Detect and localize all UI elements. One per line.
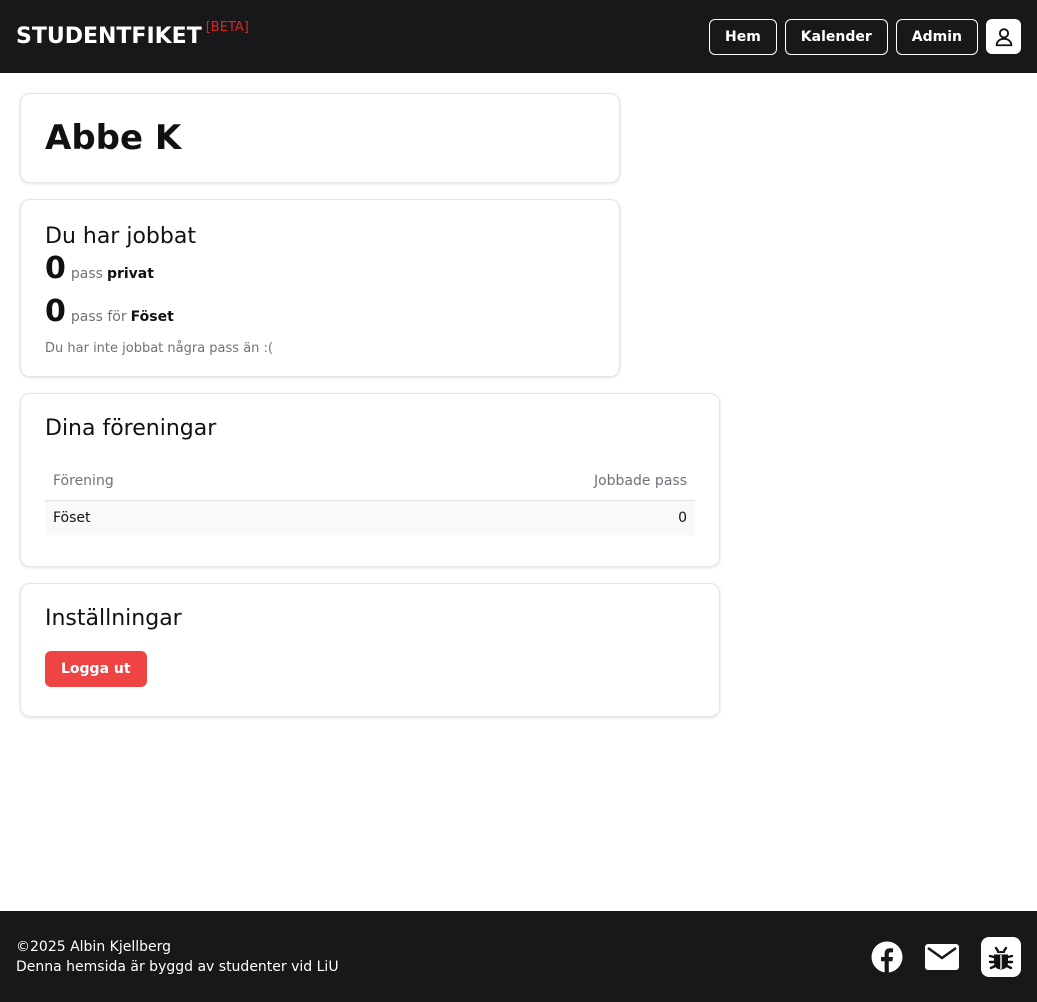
nav-calendar-button[interactable]: Kalender bbox=[784, 18, 888, 55]
facebook-link[interactable] bbox=[871, 941, 903, 973]
page-footer: ©2025 Albin Kjellberg Denna hemsida är b… bbox=[0, 911, 1037, 1002]
footer-built-by: Denna hemsida är byggd av studenter vid … bbox=[16, 958, 339, 975]
private-shifts-count: 0 bbox=[45, 251, 66, 286]
main-nav: Hem Kalender Admin bbox=[708, 18, 1021, 55]
footer-copyright: ©2025 Albin Kjellberg bbox=[16, 938, 172, 955]
associations-table: Förening Jobbade pass Föset 0 bbox=[45, 467, 695, 535]
private-shifts-label: pass bbox=[70, 266, 103, 282]
nav-admin-button[interactable]: Admin bbox=[895, 18, 978, 55]
association-name-cell: Föset bbox=[45, 500, 314, 535]
no-shifts-note: Du har inte jobbat några pass än :( bbox=[45, 341, 273, 356]
nav-home-button[interactable]: Hem bbox=[708, 18, 777, 55]
associations-card: Dina föreningar Förening Jobbade pass Fö… bbox=[20, 393, 720, 567]
facebook-icon bbox=[871, 941, 903, 973]
column-header-association: Förening bbox=[45, 467, 314, 501]
main-content: Abbe K Du har jobbat 0 pass privat 0 pas… bbox=[20, 93, 720, 717]
worked-shifts-card: Du har jobbat 0 pass privat 0 pass för F… bbox=[20, 199, 620, 377]
private-shifts-stat: 0 pass privat bbox=[45, 251, 595, 292]
settings-title: Inställningar bbox=[45, 606, 182, 631]
table-header-row: Förening Jobbade pass bbox=[45, 467, 695, 501]
brand-logo[interactable]: STUDENTFIKET [BETA] bbox=[16, 20, 249, 49]
top-navbar: STUDENTFIKET [BETA] Hem Kalender Admin bbox=[0, 0, 1037, 73]
column-header-shifts: Jobbade pass bbox=[313, 467, 695, 501]
logout-button[interactable]: Logga ut bbox=[45, 651, 147, 687]
brand-name: STUDENTFIKET bbox=[16, 24, 202, 49]
user-profile-button[interactable] bbox=[986, 19, 1021, 54]
association-shifts-target: Föset bbox=[130, 309, 174, 325]
settings-card: Inställningar Logga ut bbox=[20, 583, 720, 717]
report-bug-link[interactable] bbox=[981, 936, 1021, 977]
table-row[interactable]: Föset 0 bbox=[45, 500, 695, 535]
profile-name: Abbe K bbox=[45, 118, 182, 158]
profile-card: Abbe K bbox=[20, 93, 620, 183]
private-shifts-target: privat bbox=[106, 266, 154, 282]
footer-links bbox=[871, 936, 1021, 977]
association-shifts-count: 0 bbox=[45, 294, 66, 329]
beta-badge: [BETA] bbox=[205, 20, 249, 35]
mail-link[interactable] bbox=[925, 943, 959, 970]
associations-title: Dina föreningar bbox=[45, 416, 217, 441]
worked-title: Du har jobbat bbox=[45, 224, 196, 249]
mail-icon bbox=[925, 943, 959, 970]
bug-icon bbox=[988, 946, 1014, 969]
user-icon bbox=[995, 27, 1012, 46]
association-shifts-cell: 0 bbox=[313, 500, 695, 535]
association-shifts-label: pass för bbox=[70, 309, 127, 325]
footer-text: ©2025 Albin Kjellberg Denna hemsida är b… bbox=[16, 937, 339, 977]
association-shifts-stat: 0 pass för Föset bbox=[45, 294, 595, 335]
